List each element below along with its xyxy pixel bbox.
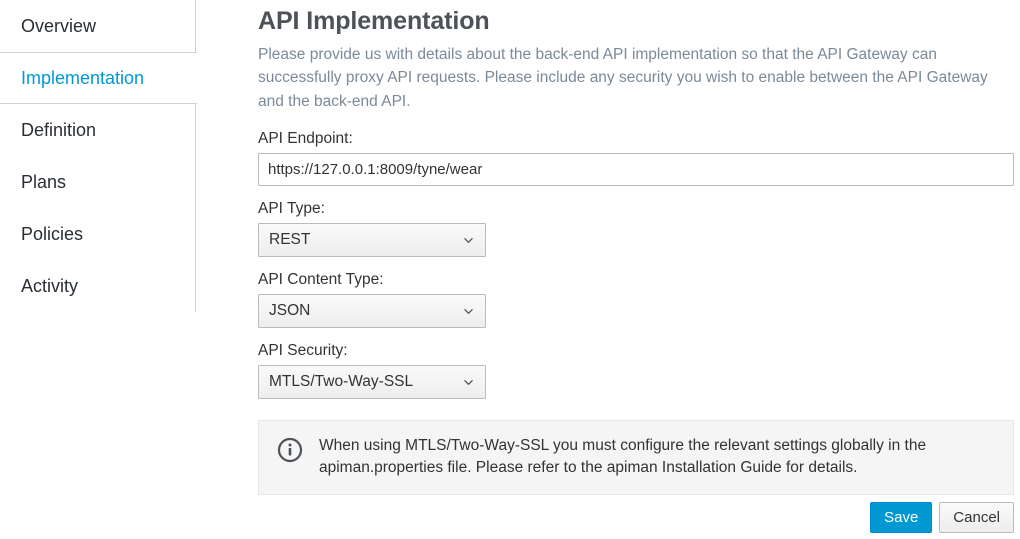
api-type-select-value: REST [258,222,486,257]
security-select-value: MTLS/Two-Way-SSL [258,364,486,399]
content-type-select[interactable]: JSON [258,293,486,328]
sidebar-item-label: Activity [21,276,79,296]
sidebar-item-label: Policies [21,224,84,244]
field-group-content-type: API Content Type: JSON [258,271,1014,328]
field-group-security: API Security: MTLS/Two-Way-SSL [258,342,1014,399]
sidebar-item-label: Implementation [21,68,145,88]
sidebar-item-definition[interactable]: Definition [0,104,196,156]
api-type-label: API Type: [258,199,325,217]
sidebar-item-label: Overview [21,16,97,36]
endpoint-input[interactable] [258,152,1014,186]
sidebar-list: Overview Implementation Definition Plans… [0,0,197,312]
sidebar-item-implementation[interactable]: Implementation [0,52,197,104]
security-label: API Security: [258,341,348,359]
sidebar-item-plans[interactable]: Plans [0,156,196,208]
page-title: API Implementation [258,7,490,35]
form-actions: Save Cancel [870,502,1014,533]
page-description: Please provide us with details about the… [258,46,988,110]
sidebar-item-overview[interactable]: Overview [0,0,196,52]
content-type-label: API Content Type: [258,270,384,288]
main-content: API Implementation Please provide us wit… [258,0,1014,495]
api-implementation-page: Overview Implementation Definition Plans… [0,0,1020,539]
security-select[interactable]: MTLS/Two-Way-SSL [258,364,486,399]
api-type-select[interactable]: REST [258,222,486,257]
sidebar-nav: Overview Implementation Definition Plans… [0,0,197,408]
content-type-select-value: JSON [258,293,486,328]
field-group-api-type: API Type: REST [258,200,1014,257]
save-button[interactable]: Save [870,502,933,533]
sidebar-item-label: Definition [21,120,97,140]
field-group-endpoint: API Endpoint: [258,130,1014,186]
sidebar-item-activity[interactable]: Activity [0,260,196,312]
sidebar-item-policies[interactable]: Policies [0,208,196,260]
info-alert: When using MTLS/Two-Way-SSL you must con… [258,419,1014,495]
cancel-button[interactable]: Cancel [939,502,1014,533]
sidebar-item-label: Plans [21,172,67,192]
info-circle-icon [277,437,303,463]
info-alert-text: When using MTLS/Two-Way-SSL you must con… [319,436,927,477]
endpoint-label: API Endpoint: [258,129,353,147]
